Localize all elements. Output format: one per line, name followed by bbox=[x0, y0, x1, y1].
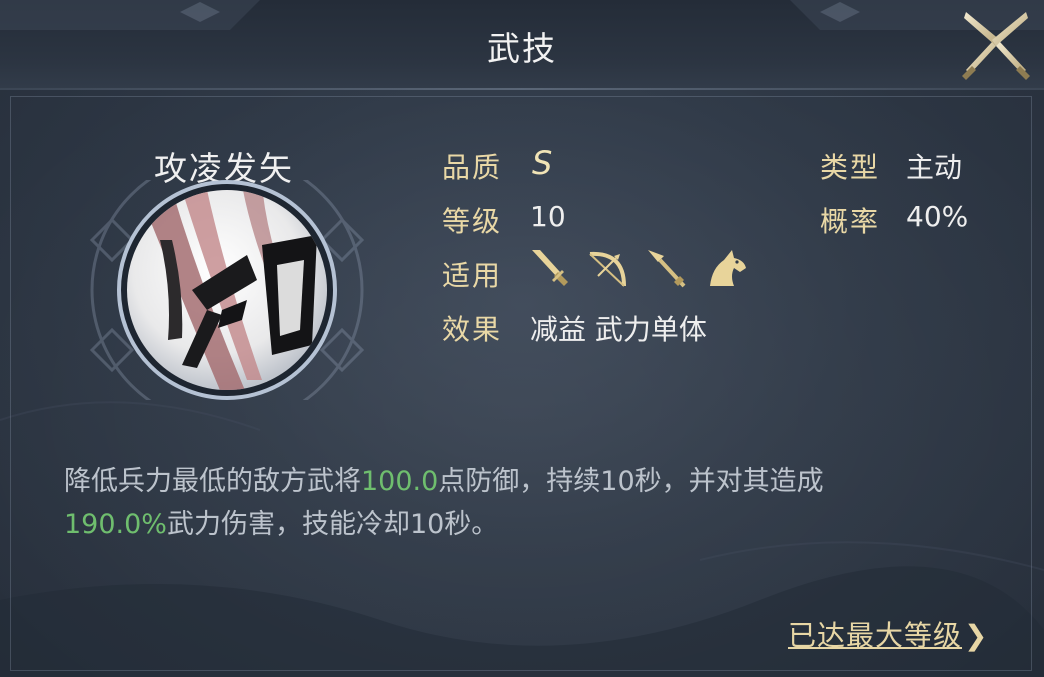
effect-value: 减益 武力单体 bbox=[530, 313, 707, 346]
skill-emblem-icon bbox=[89, 180, 365, 400]
close-button[interactable] bbox=[956, 4, 1036, 84]
type-label: 类型 bbox=[820, 151, 881, 184]
skill-detail-panel: 武技 攻凌发矢 品质 S 等级 10 适用 效果 减益 武力单体 类型 主动 概… bbox=[0, 0, 1044, 677]
chance-value: 40% bbox=[906, 200, 969, 233]
max-level-link[interactable]: 已达最大等级❯ bbox=[788, 614, 988, 654]
chance-label: 概率 bbox=[820, 205, 881, 238]
sword-icon bbox=[532, 250, 568, 286]
header-divider bbox=[0, 88, 1044, 90]
chevron-right-icon: ❯ bbox=[964, 619, 989, 652]
desc-highlight-damage: 190.0% bbox=[64, 509, 167, 540]
max-level-text: 已达最大等级 bbox=[788, 619, 963, 652]
applicable-label: 适用 bbox=[442, 259, 503, 292]
level-value: 10 bbox=[530, 200, 566, 233]
quality-label: 品质 bbox=[442, 151, 503, 184]
page-title: 武技 bbox=[487, 29, 557, 68]
close-icon bbox=[962, 12, 1030, 80]
desc-text-2: 点防御，持续10秒，并对其造成 bbox=[438, 466, 824, 497]
quality-value: S bbox=[532, 144, 553, 182]
type-value: 主动 bbox=[906, 151, 963, 184]
spear-icon bbox=[648, 250, 686, 288]
effect-label: 效果 bbox=[442, 313, 503, 346]
desc-text-1: 降低兵力最低的敌方武将 bbox=[64, 466, 361, 497]
desc-text-3: 武力伤害，技能冷却10秒。 bbox=[166, 509, 499, 540]
horse-icon bbox=[710, 250, 746, 286]
skill-description: 降低兵力最低的敌方武将100.0点防御，持续10秒，并对其造成 190.0%武力伤… bbox=[64, 460, 964, 546]
bow-icon bbox=[589, 251, 626, 287]
desc-highlight-defense: 100.0 bbox=[361, 466, 439, 497]
level-label: 等级 bbox=[442, 205, 503, 238]
